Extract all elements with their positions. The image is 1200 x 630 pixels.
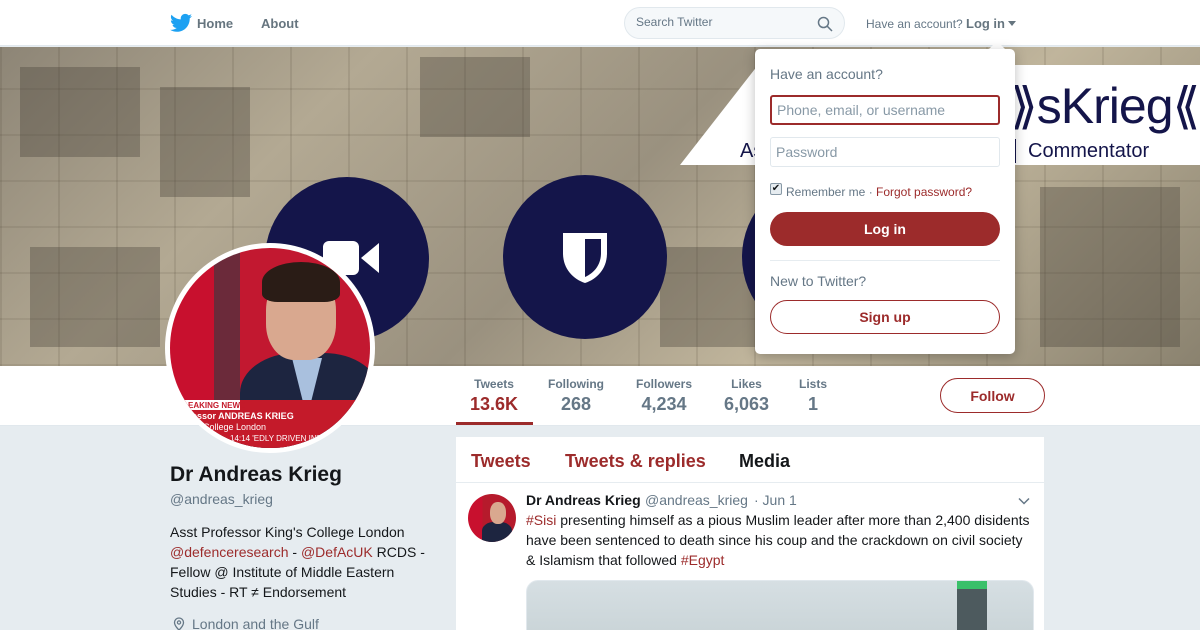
banner-collage-tile (30, 247, 160, 347)
stat-following[interactable]: Following 268 (548, 377, 604, 415)
bio-link-defenceresearch[interactable]: @defenceresearch (170, 544, 289, 560)
stat-label: Lists (799, 377, 828, 391)
stat-tweets[interactable]: Tweets 13.6K (470, 377, 518, 415)
avatar-ticker-line3: College London (203, 422, 267, 432)
dropdown-divider (770, 260, 1000, 261)
bio-text: Asst Professor King's College London (170, 524, 405, 540)
tweet-timestamp[interactable]: · Jun 1 (754, 492, 797, 508)
avatar-ticker-line1: EAKING NEWS (188, 401, 246, 410)
remember-me-checkbox[interactable]: ✔ (770, 183, 782, 195)
stat-label: Tweets (474, 377, 514, 391)
profile-name[interactable]: Dr Andreas Krieg (170, 463, 342, 487)
top-nav: Home About Have an account? Log in (0, 0, 1200, 46)
bio-link-defacuk[interactable]: @DefAcUK (301, 544, 373, 560)
banner-subtitle-right: Commentator (1028, 140, 1150, 162)
login-dropdown: Have an account? ✔ Remember me · Forgot … (755, 49, 1015, 354)
stat-label: Following (548, 377, 604, 391)
avatar-ticker-line2: essor ANDREAS KRIEG (192, 411, 294, 421)
banner-collage-tile (1040, 187, 1180, 347)
stat-value: 4,234 (641, 394, 687, 414)
stat-value: 6,063 (724, 394, 770, 414)
banner-collage-tile (420, 57, 530, 137)
password-field[interactable] (770, 137, 1000, 167)
timeline-tabs: Tweets Tweets & replies Media (456, 437, 1044, 483)
stat-label: Followers (636, 377, 693, 391)
stat-value: 1 (808, 394, 819, 414)
hashtag-egypt[interactable]: #Egypt (681, 552, 725, 568)
dropdown-title: Have an account? (770, 66, 883, 82)
active-stat-underline (456, 422, 533, 425)
tweet-author-name[interactable]: Dr Andreas Krieg (526, 492, 641, 508)
forgot-password-link[interactable]: Forgot password? (876, 185, 972, 199)
remember-me-label[interactable]: Remember me · (786, 185, 873, 199)
tab-media[interactable]: Media (739, 451, 790, 472)
remember-me-text: Remember me (786, 185, 866, 199)
tweet-text: #Sisi presenting himself as a pious Musl… (526, 510, 1034, 570)
profile-handle[interactable]: @andreas_krieg (170, 491, 273, 507)
profile-location: London and the Gulf (192, 616, 319, 630)
stat-likes[interactable]: Likes 6,063 (724, 377, 769, 415)
tab-tweets-replies[interactable]: Tweets & replies (565, 451, 706, 472)
tweet-avatar-suit (482, 522, 512, 542)
login-button[interactable]: Log in (770, 212, 1000, 246)
search-icon[interactable] (817, 16, 833, 32)
banner-collage-tile (20, 67, 140, 157)
timeline: Tweets Tweets & replies Media Dr Andreas… (456, 437, 1044, 630)
tweet-media-image[interactable] (526, 580, 1034, 630)
nav-about-link[interactable]: About (261, 16, 299, 31)
banner-shield-circle (503, 175, 667, 339)
stat-value: 13.6K (470, 394, 519, 414)
stat-value: 268 (560, 394, 592, 414)
hashtag-sisi[interactable]: #Sisi (526, 512, 556, 528)
signup-button[interactable]: Sign up (770, 300, 1000, 334)
login-toggle[interactable]: Log in (966, 16, 1005, 31)
tab-tweets[interactable]: Tweets (471, 451, 531, 472)
search-input[interactable] (636, 15, 806, 29)
stat-followers[interactable]: Followers 4,234 (636, 377, 692, 415)
stat-label: Likes (731, 377, 762, 391)
new-to-twitter-text: New to Twitter? (770, 273, 867, 289)
remember-separator: · (868, 185, 873, 199)
tweet-author-handle[interactable]: @andreas_krieg (645, 492, 748, 508)
banner-collage-tile (160, 87, 250, 197)
avatar-hair (262, 262, 340, 302)
bio-separator: - (288, 544, 301, 560)
tweet-media-minaret (957, 581, 987, 630)
tweet-avatar[interactable] (468, 494, 516, 542)
tweet-avatar-face (490, 502, 506, 524)
search-box[interactable] (624, 7, 845, 39)
avatar-ticker-line4: 14:14 'EDLY DRIVEN INT (230, 434, 322, 443)
profile-avatar[interactable]: EAKING NEWS essor ANDREAS KRIEG College … (165, 243, 375, 453)
stat-lists[interactable]: Lists 1 (799, 377, 827, 415)
have-account-text: Have an account? (866, 17, 963, 31)
avatar-photo: EAKING NEWS essor ANDREAS KRIEG College … (170, 248, 370, 448)
follow-button[interactable]: Follow (940, 378, 1045, 413)
profile-bio: Asst Professor King's College London @def… (170, 522, 440, 602)
username-field[interactable] (770, 95, 1000, 125)
chevron-down-icon[interactable] (1018, 495, 1030, 507)
location-pin-icon (173, 617, 185, 630)
caret-down-icon[interactable] (1008, 21, 1016, 26)
tweet-body: presenting himself as a pious Muslim lea… (526, 512, 1030, 568)
shield-icon (563, 233, 607, 283)
twitter-bird-icon[interactable] (170, 13, 192, 33)
banner-logo-text: ⟫sKrieg⟪ (1010, 78, 1200, 134)
nav-home-link[interactable]: Home (197, 16, 233, 31)
